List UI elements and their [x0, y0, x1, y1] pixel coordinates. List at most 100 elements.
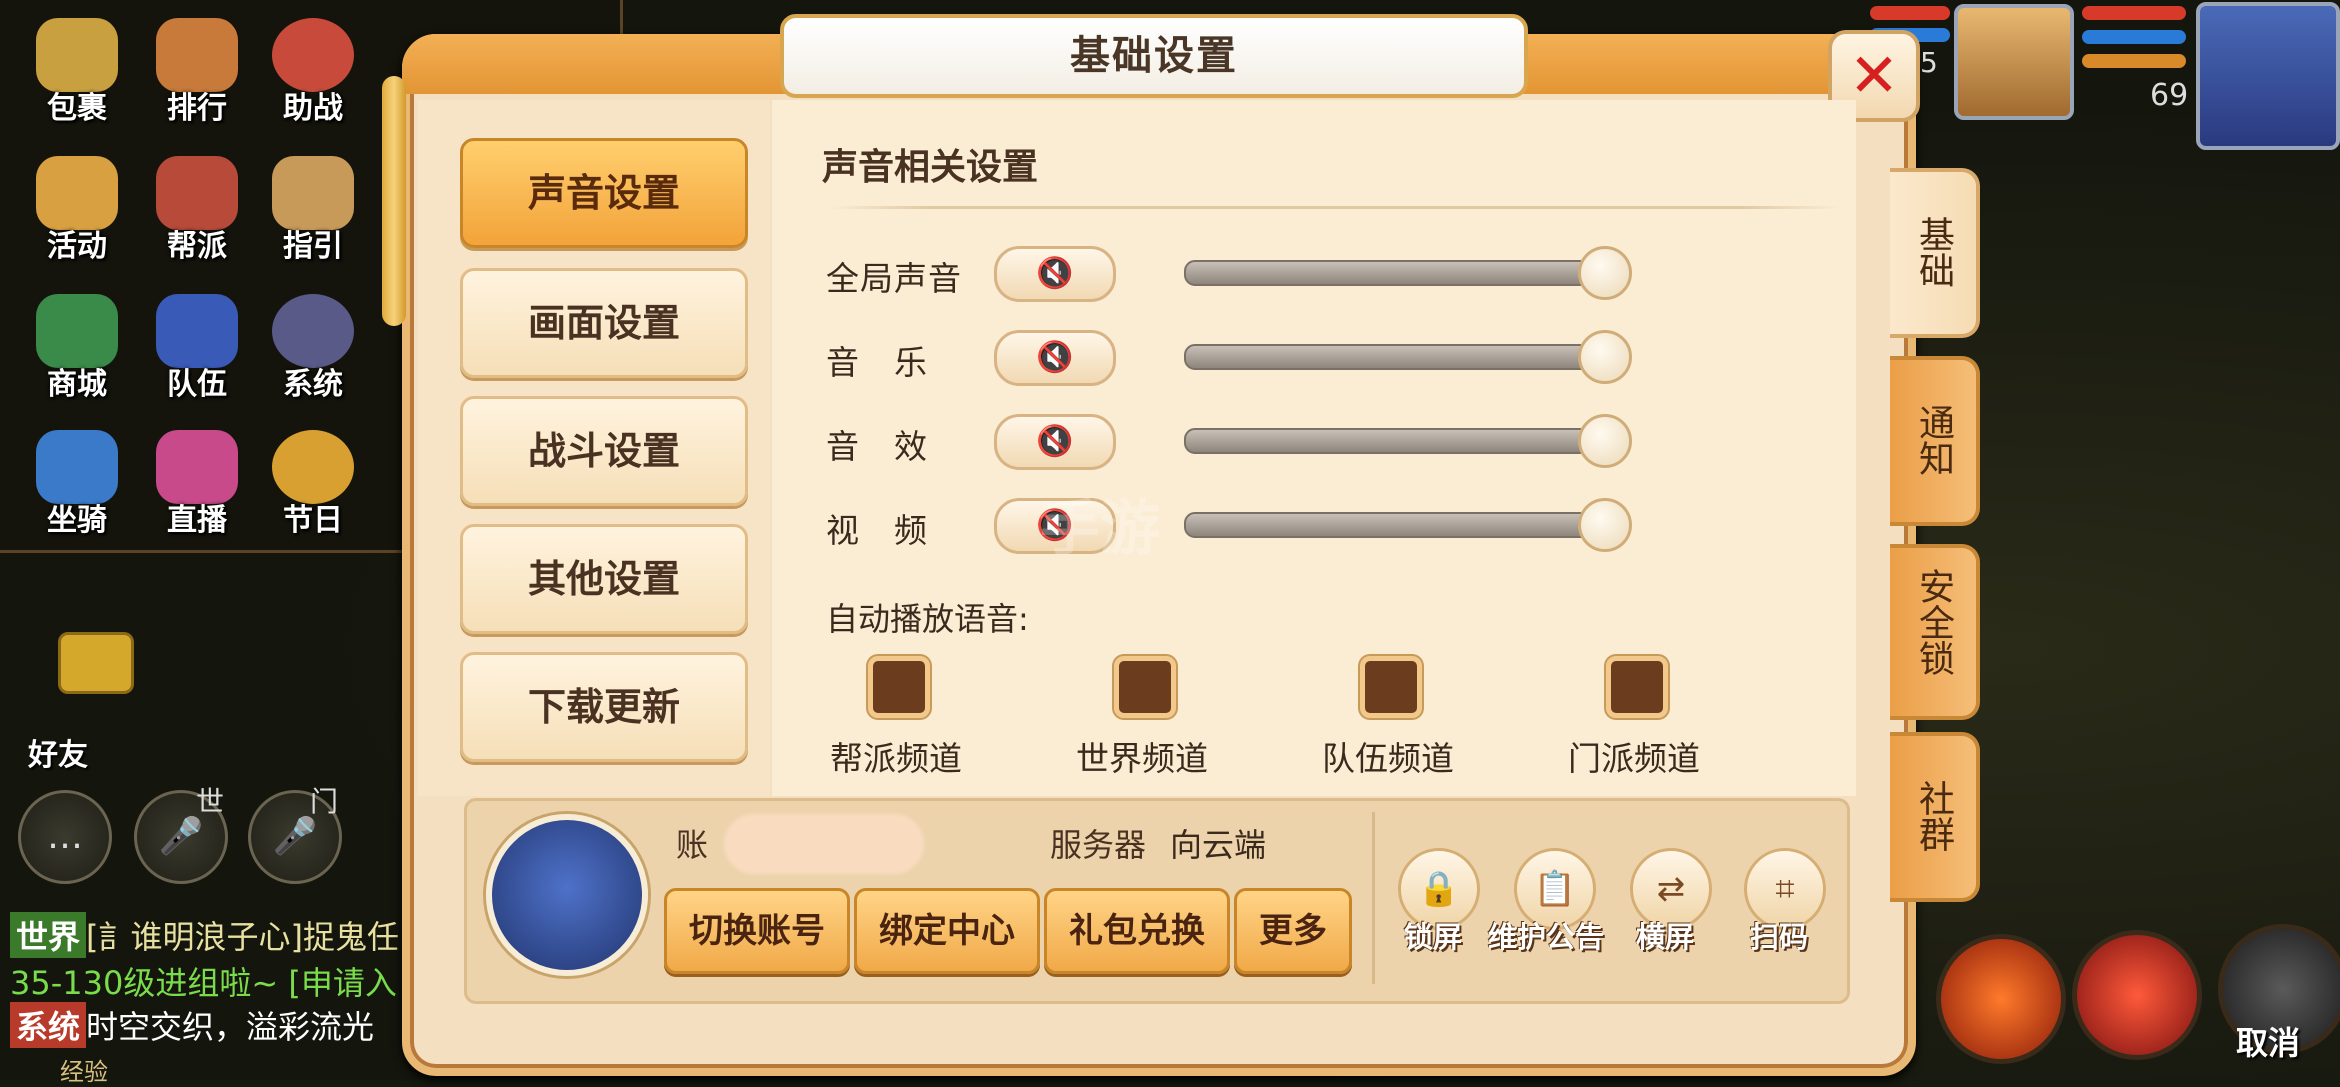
menu-activity[interactable]: 活动	[22, 156, 132, 276]
side-tab-community[interactable]: 社群	[1890, 732, 1980, 902]
watermark: 手游	[1040, 494, 1160, 564]
mute-toggle-global[interactable]: 🔇	[994, 246, 1116, 302]
avatar[interactable]	[486, 814, 648, 976]
speaker-mute-icon: 🔇	[1036, 340, 1074, 375]
shop-icon	[36, 294, 118, 368]
menu-shop[interactable]: 商城	[22, 294, 132, 414]
binding-center-button[interactable]: 绑定中心	[854, 888, 1040, 974]
side-tab-label: 基础	[1913, 216, 1954, 288]
sound-row-label: 音 效	[826, 427, 928, 466]
chat-bubble-icon[interactable]: …	[18, 790, 112, 884]
menu-mount-label: 坐骑	[47, 503, 107, 538]
more-button[interactable]: 更多	[1234, 888, 1352, 974]
menu-festival-label: 节日	[283, 503, 343, 538]
checkbox-sect-channel[interactable]	[1606, 656, 1668, 718]
horn-icon	[36, 156, 118, 230]
menu-system-label: 系统	[283, 367, 343, 402]
gear-icon	[272, 294, 354, 368]
gift-redeem-button[interactable]: 礼包兑换	[1044, 888, 1230, 974]
tab-display-settings[interactable]: 画面设置	[460, 268, 748, 378]
auto-voice-label: 自动播放语音:	[826, 600, 1029, 638]
menu-live-label: 直播	[167, 503, 227, 538]
checkbox-world-channel[interactable]	[1114, 656, 1176, 718]
scan-icon: ⌗	[1775, 869, 1795, 909]
menu-festival[interactable]: 节日	[258, 430, 368, 550]
menu-bag-label: 包裹	[47, 91, 107, 126]
side-tab-label: 通知	[1913, 404, 1954, 476]
live-icon	[156, 430, 238, 504]
skill-strike-icon[interactable]	[2072, 930, 2202, 1060]
menu-guild-label: 帮派	[167, 229, 227, 264]
side-tab-notify[interactable]: 通知	[1890, 356, 1980, 526]
menu-assist[interactable]: 助战	[258, 18, 368, 138]
landscape-label: 横屏	[1636, 920, 1695, 954]
volume-slider-effects[interactable]	[1184, 428, 1598, 454]
player-hp-bar	[2082, 6, 2186, 20]
partner-portrait[interactable]	[1954, 4, 2074, 120]
monkey-icon	[272, 18, 354, 92]
account-label: 账	[676, 826, 709, 864]
book-icon	[272, 156, 354, 230]
speaker-mute-icon: 🔇	[1036, 256, 1074, 291]
cancel-label[interactable]: 取消	[2236, 1018, 2300, 1064]
menu-bag[interactable]: 包裹	[22, 18, 132, 138]
menu-guild[interactable]: 帮派	[142, 156, 252, 276]
chat-text: [訁谁明浪子心]捉鬼任	[86, 918, 399, 956]
menu-system[interactable]: 系统	[258, 294, 368, 414]
slider-knob[interactable]	[1578, 414, 1632, 468]
player-portrait[interactable]	[2196, 2, 2340, 150]
chat-line: 系统 时空交织，溢彩流光	[10, 1002, 374, 1048]
partner-level: 5	[1920, 46, 1938, 79]
switch-account-button[interactable]: 切换账号	[664, 888, 850, 974]
chat-tag: 世界	[10, 912, 87, 958]
tab-battle-settings[interactable]: 战斗设置	[460, 396, 748, 506]
menu-ranking[interactable]: 排行	[142, 18, 252, 138]
flag-icon	[156, 294, 238, 368]
server-label: 服务器	[1050, 826, 1147, 864]
tab-download-update[interactable]: 下载更新	[460, 652, 748, 762]
guild-icon	[156, 156, 238, 230]
rotate-screen-icon: ⇄	[1656, 869, 1686, 909]
bottom-divider	[1372, 812, 1375, 984]
menu-team[interactable]: 队伍	[142, 294, 252, 414]
channel-label: 门派频道	[1568, 739, 1700, 778]
side-tab-security-lock[interactable]: 安全锁	[1890, 544, 1980, 720]
tab-sound-settings[interactable]: 声音设置	[460, 138, 748, 248]
server-value: 向云端	[1170, 826, 1267, 864]
volume-slider-global[interactable]	[1184, 260, 1598, 286]
menu-guide[interactable]: 指引	[258, 156, 368, 276]
slider-knob[interactable]	[1578, 330, 1632, 384]
section-divider	[830, 206, 1840, 209]
tassel-decoration	[382, 76, 406, 326]
menu-mount[interactable]: 坐骑	[22, 430, 132, 550]
mute-toggle-effects[interactable]: 🔇	[994, 414, 1116, 470]
partner-hp-bar	[1870, 6, 1950, 20]
chat-text: 时空交织，溢彩流光	[86, 1008, 375, 1046]
volume-slider-music[interactable]	[1184, 344, 1598, 370]
chat-tag: 系统	[10, 1002, 87, 1048]
menu-live[interactable]: 直播	[142, 430, 252, 550]
tab-other-settings[interactable]: 其他设置	[460, 524, 748, 634]
side-tab-basic[interactable]: 基础	[1890, 168, 1980, 338]
friend-button[interactable]: 好友	[28, 730, 88, 774]
mute-toggle-music[interactable]: 🔇	[994, 330, 1116, 386]
sound-row-label: 音 乐	[826, 343, 928, 382]
mail-icon[interactable]	[58, 632, 134, 694]
channel-label: 帮派频道	[830, 739, 962, 778]
menu-team-label: 队伍	[167, 367, 227, 402]
channel-label: 队伍频道	[1322, 739, 1454, 778]
checkbox-team-channel[interactable]	[1360, 656, 1422, 718]
ranking-icon	[156, 18, 238, 92]
sound-row-label: 全局声音	[826, 259, 962, 298]
player-level: 69	[2150, 78, 2189, 113]
slider-knob[interactable]	[1578, 246, 1632, 300]
slider-knob[interactable]	[1578, 498, 1632, 552]
menu-shop-label: 商城	[47, 367, 107, 402]
skill-fire-icon[interactable]	[1936, 934, 2066, 1064]
sound-row-label: 视 频	[826, 511, 928, 550]
channel-label: 世界频道	[1076, 739, 1208, 778]
scan-code-label: 扫码	[1750, 920, 1809, 954]
exp-label: 经验	[60, 1058, 108, 1086]
checkbox-guild-channel[interactable]	[868, 656, 930, 718]
volume-slider-video[interactable]	[1184, 512, 1598, 538]
